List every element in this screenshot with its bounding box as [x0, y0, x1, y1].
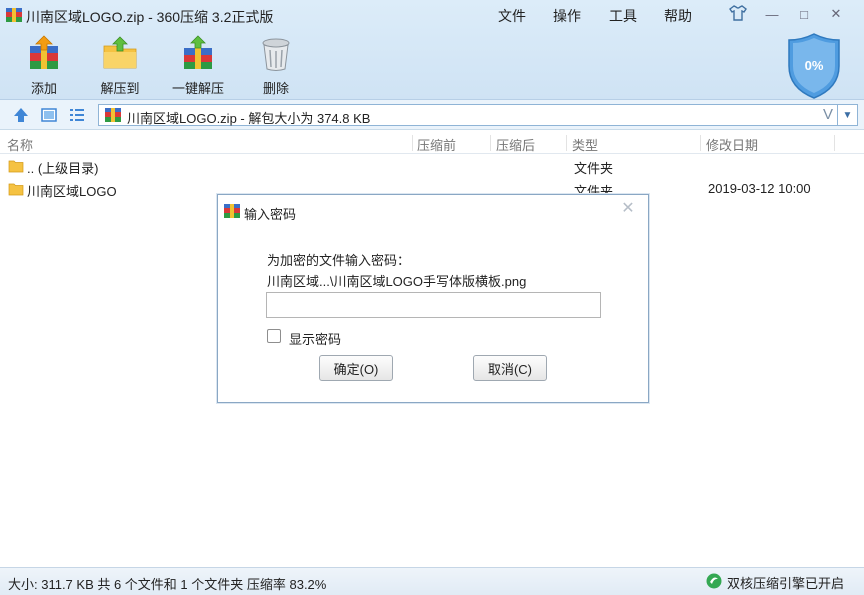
minimize-button[interactable]: — [760, 4, 784, 24]
status-summary: 大小: 311.7 KB 共 6 个文件和 1 个文件夹 压缩率 83.2% [8, 577, 327, 592]
menu-operation[interactable]: 操作 [553, 6, 581, 26]
column-divider[interactable] [566, 135, 567, 151]
title-bar[interactable]: 川南区域LOGO.zip - 360压缩 3.2正式版 文件 操作 工具 帮助 … [0, 0, 864, 30]
extract-to-label: 解压到 [100, 81, 140, 96]
file-list-header: 名称 压缩前 压缩后 类型 修改日期 [0, 132, 864, 154]
extract-to-button[interactable]: 解压到 [90, 34, 150, 96]
close-window-button[interactable]: ✕ [824, 4, 848, 24]
folder-icon [8, 160, 24, 173]
show-password-checkbox[interactable] [267, 329, 281, 343]
extract-folder-icon [103, 36, 137, 69]
close-icon[interactable]: ✕ [618, 198, 638, 217]
top-chrome: 川南区域LOGO.zip - 360压缩 3.2正式版 文件 操作 工具 帮助 … [0, 0, 864, 100]
security-shield[interactable]: 0% [786, 32, 842, 100]
address-path: 川南区域LOGO.zip - 解包大小为 374.8 KB [127, 111, 371, 126]
shield-percent: 0% [804, 58, 824, 73]
row-name: 川南区域LOGO [27, 184, 117, 199]
address-row: 川南区域LOGO.zip - 解包大小为 374.8 KB V ▼ [0, 100, 864, 130]
skin-shirt-icon[interactable] [728, 4, 748, 22]
dialog-prompt: 为加密的文件输入密码： [267, 253, 411, 268]
ok-button[interactable]: 确定(O) [319, 355, 393, 381]
menu-file[interactable]: 文件 [498, 6, 526, 26]
engine-status[interactable]: 双核压缩引擎已开启 [727, 573, 844, 592]
column-size-before[interactable]: 压缩前 [417, 135, 456, 154]
window-title: 川南区域LOGO.zip - 360压缩 3.2正式版 [26, 9, 274, 25]
address-history-glyph[interactable]: V [823, 106, 833, 123]
delete-button[interactable]: 删除 [246, 34, 306, 96]
up-arrow-icon[interactable] [12, 106, 30, 124]
dialog-title: 输入密码 [244, 207, 297, 222]
add-button[interactable]: 添加 [14, 34, 74, 96]
address-bar[interactable]: 川南区域LOGO.zip - 解包大小为 374.8 KB V [98, 104, 838, 126]
folder-icon [8, 183, 24, 196]
encrypted-file-path: 川南区域...\川南区域LOGO手写体版横板.png [267, 274, 527, 289]
one-click-extract-label: 一键解压 [171, 81, 224, 96]
dual-core-engine-icon [706, 573, 722, 589]
add-archive-icon [30, 35, 58, 69]
chevron-down-icon: ▼ [842, 109, 853, 121]
column-divider[interactable] [834, 135, 835, 151]
column-divider[interactable] [412, 135, 413, 151]
row-name: .. (上级目录) [27, 161, 99, 176]
row-modified: 2019-03-12 10:00 [708, 181, 811, 196]
trash-icon [262, 38, 290, 71]
archive-app-icon [224, 204, 240, 218]
column-modified[interactable]: 修改日期 [706, 135, 758, 154]
column-divider[interactable] [490, 135, 491, 151]
menu-tools[interactable]: 工具 [609, 6, 637, 26]
password-input[interactable] [266, 292, 601, 318]
column-name[interactable]: 名称 [7, 135, 33, 154]
column-size-after[interactable]: 压缩后 [496, 135, 535, 154]
archive-app-icon [6, 8, 22, 22]
list-item[interactable]: .. (上级目录) 文件夹 [0, 155, 864, 177]
zip-file-icon [105, 108, 121, 122]
status-bar: 大小: 311.7 KB 共 6 个文件和 1 个文件夹 压缩率 83.2% 双… [0, 567, 864, 595]
column-divider[interactable] [700, 135, 701, 151]
address-dropdown-button[interactable]: ▼ [838, 104, 858, 126]
menu-help[interactable]: 帮助 [664, 6, 692, 26]
delete-label: 删除 [262, 81, 289, 96]
details-view-icon[interactable] [68, 106, 86, 124]
cancel-button[interactable]: 取消(C) [473, 355, 547, 381]
one-click-extract-icon [184, 35, 212, 69]
column-type[interactable]: 类型 [572, 135, 598, 154]
maximize-button[interactable]: □ [792, 4, 816, 24]
add-label: 添加 [30, 81, 57, 96]
show-password-label[interactable]: 显示密码 [289, 329, 341, 348]
large-icons-view-icon[interactable] [40, 106, 58, 124]
one-click-extract-button[interactable]: 一键解压 [168, 34, 228, 96]
password-dialog: 输入密码 ✕ 为加密的文件输入密码： 川南区域...\川南区域LOGO手写体版横… [217, 194, 649, 403]
row-type: 文件夹 [574, 161, 614, 176]
